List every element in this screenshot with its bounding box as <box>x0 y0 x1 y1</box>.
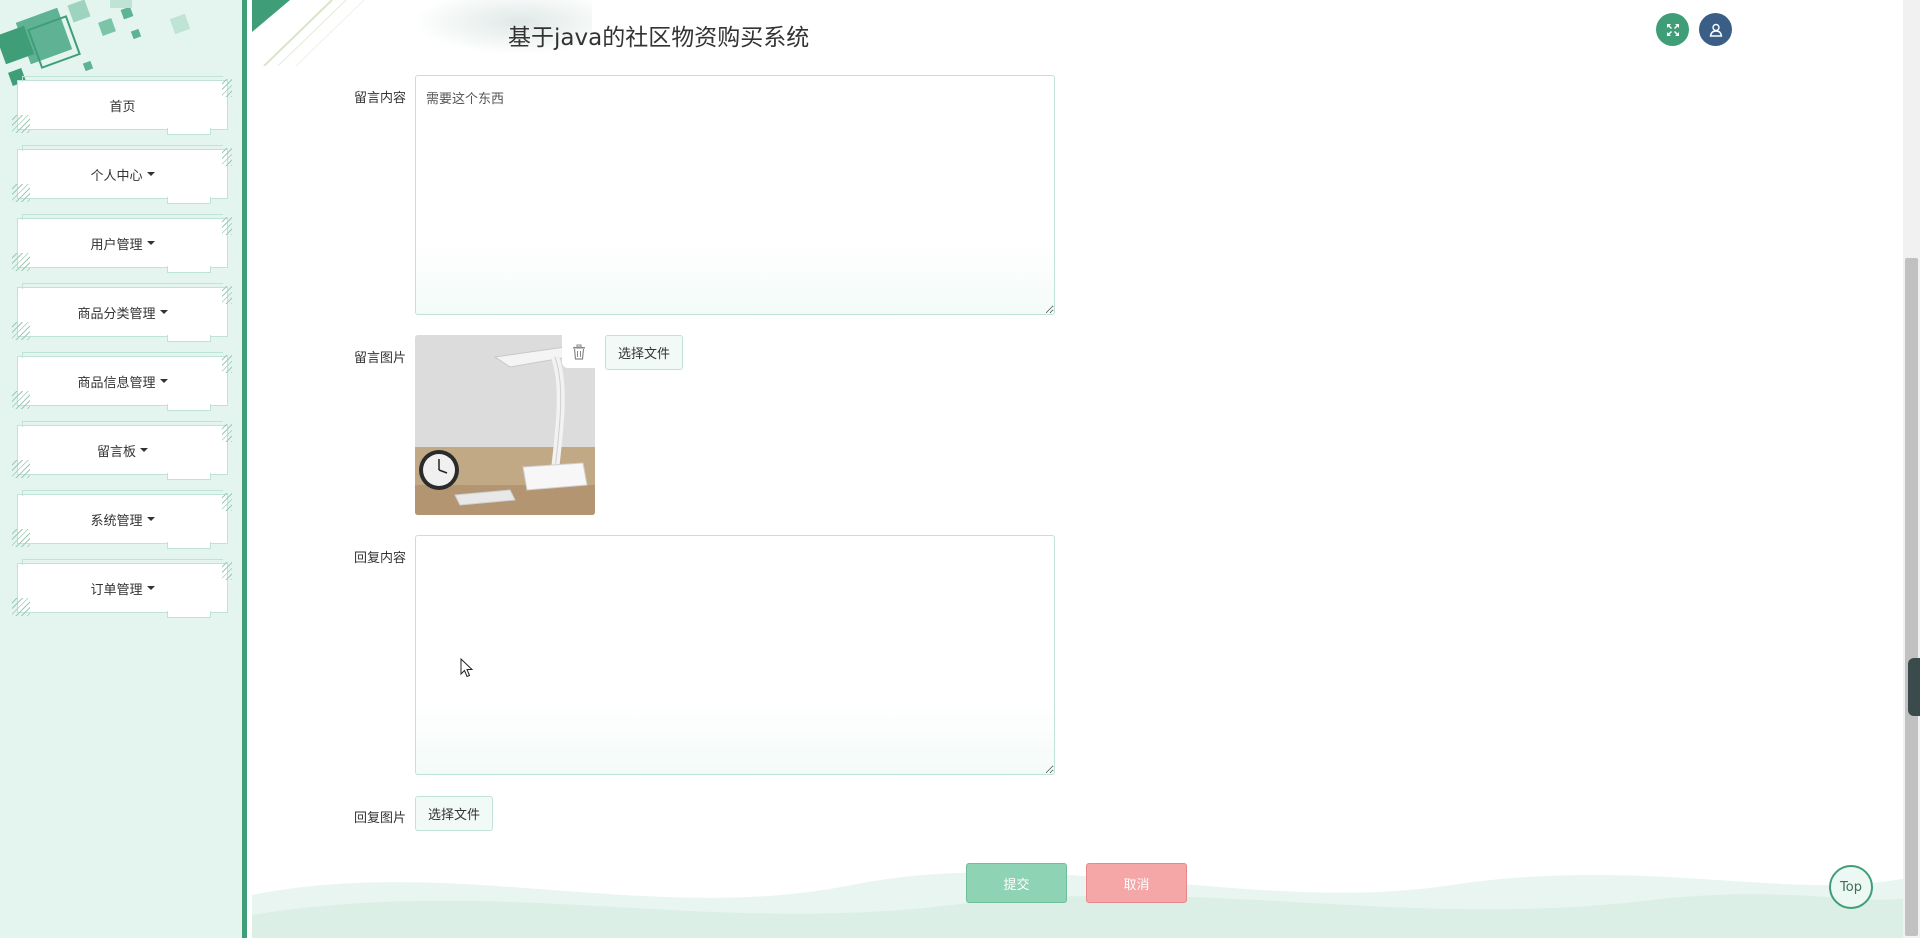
caret-down-icon <box>146 517 155 521</box>
decoration <box>222 493 232 511</box>
user-icon <box>1709 23 1722 37</box>
sidebar-item-message-board[interactable]: 留言板 <box>12 421 232 480</box>
sidebar-item-personal-center[interactable]: 个人中心 <box>12 145 232 204</box>
delete-image-button[interactable] <box>562 335 595 368</box>
message-content-label: 留言内容 <box>353 91 406 106</box>
sidebar-item-label: 系统管理 <box>90 513 143 529</box>
user-profile-button[interactable] <box>1699 13 1732 46</box>
decoration <box>12 322 30 340</box>
header-decoration <box>252 0 365 66</box>
cancel-button[interactable]: 取消 <box>1086 863 1187 903</box>
fullscreen-button[interactable] <box>1656 13 1689 46</box>
caret-down-icon <box>146 586 155 590</box>
decoration <box>12 598 30 616</box>
reply-image-file-button[interactable]: 选择文件 <box>415 796 494 831</box>
sidebar-menu: 首页 个人中心 用户管理 商品分类管理 商品信息管理 留言板 系统管理 订单管理 <box>12 76 232 632</box>
scrollbar-thumb[interactable] <box>1905 258 1918 936</box>
reply-image-label: 回复图片 <box>353 811 406 826</box>
decoration <box>222 79 232 97</box>
sidebar-item-label: 商品分类管理 <box>77 306 156 322</box>
sidebar-item-label: 商品信息管理 <box>77 375 156 391</box>
sidebar-item-system-management[interactable]: 系统管理 <box>12 490 232 549</box>
decoration <box>12 391 30 409</box>
mouse-cursor-icon <box>460 658 474 678</box>
reply-content-textarea[interactable] <box>415 535 1055 775</box>
sidebar-item-order-management[interactable]: 订单管理 <box>12 559 232 618</box>
back-to-top-button[interactable]: Top <box>1829 865 1873 909</box>
decoration <box>222 148 232 166</box>
submit-button[interactable]: 提交 <box>966 863 1067 903</box>
caret-down-icon <box>159 310 168 314</box>
message-content-textarea[interactable]: 需要这个东西 <box>415 75 1055 315</box>
decoration <box>222 355 232 373</box>
sidebar-item-home[interactable]: 首页 <box>12 76 232 135</box>
decoration <box>12 460 30 478</box>
sidebar-item-label: 订单管理 <box>90 582 143 598</box>
sidebar-item-product-management[interactable]: 商品信息管理 <box>12 352 232 411</box>
decoration <box>12 184 30 202</box>
decoration <box>12 529 30 547</box>
sidebar-item-user-management[interactable]: 用户管理 <box>12 214 232 273</box>
caret-down-icon <box>159 379 168 383</box>
caret-down-icon <box>146 172 155 176</box>
reply-content-label: 回复内容 <box>353 551 406 566</box>
decoration <box>222 562 232 580</box>
decoration <box>12 115 30 133</box>
decoration <box>222 424 232 442</box>
page-title: 基于java的社区物资购买系统 <box>508 25 810 51</box>
decoration <box>222 217 232 235</box>
sidebar-item-label: 首页 <box>109 99 136 115</box>
caret-down-icon <box>146 241 155 245</box>
message-image-file-button[interactable]: 选择文件 <box>605 335 684 370</box>
side-handle[interactable] <box>1908 658 1920 716</box>
message-image-label: 留言图片 <box>353 351 406 366</box>
expand-arrows-icon <box>1666 23 1679 36</box>
trash-icon <box>572 344 585 360</box>
sidebar: 首页 个人中心 用户管理 商品分类管理 商品信息管理 留言板 系统管理 订单管理 <box>0 0 247 938</box>
caret-down-icon <box>140 448 148 452</box>
decoration <box>12 253 30 271</box>
sidebar-item-label: 个人中心 <box>90 168 143 184</box>
decoration <box>222 286 232 304</box>
sidebar-item-label: 用户管理 <box>90 237 143 253</box>
sidebar-item-category-management[interactable]: 商品分类管理 <box>12 283 232 342</box>
top-header: 基于java的社区物资购买系统 <box>252 0 1920 66</box>
sidebar-item-label: 留言板 <box>96 444 136 460</box>
